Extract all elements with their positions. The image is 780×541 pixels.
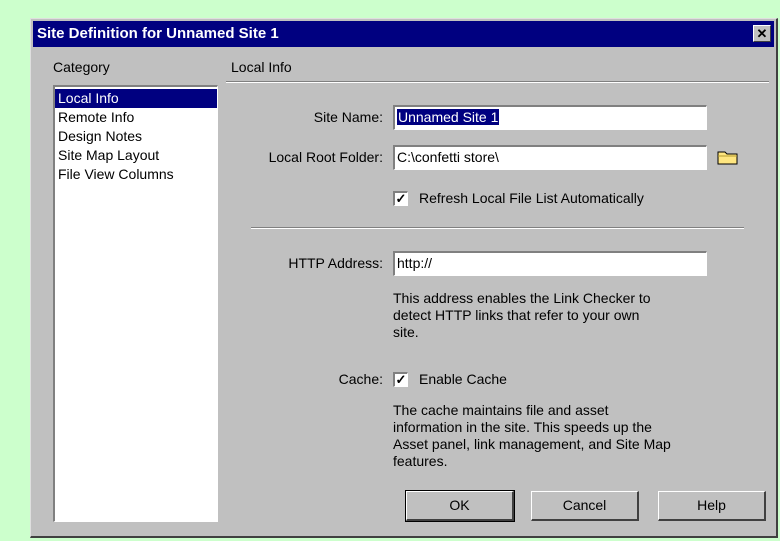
cache-desc-line-2: information in the site. This speeds up …: [393, 419, 652, 435]
enable-cache-checkbox[interactable]: ✓: [393, 372, 408, 387]
category-list[interactable]: Local Info Remote Info Design Notes Site…: [53, 85, 218, 522]
close-button[interactable]: ✕: [753, 25, 771, 42]
local-root-folder-label: Local Root Folder:: [268, 149, 383, 165]
title-bar[interactable]: Site Definition for Unnamed Site 1 ✕: [33, 21, 774, 47]
site-name-value: Unnamed Site 1: [397, 109, 500, 125]
cancel-button[interactable]: Cancel: [531, 491, 639, 521]
site-name-label: Site Name:: [313, 109, 383, 125]
header-divider: [226, 81, 769, 83]
refresh-local-file-list-label[interactable]: Refresh Local File List Automatically: [419, 190, 644, 206]
http-address-input[interactable]: http://: [393, 251, 707, 276]
category-item-design-notes[interactable]: Design Notes: [55, 127, 217, 146]
local-root-folder-input[interactable]: C:\confetti store\: [393, 145, 707, 170]
category-item-remote-info[interactable]: Remote Info: [55, 108, 217, 127]
help-button[interactable]: Help: [658, 491, 766, 521]
refresh-local-file-list-checkbox[interactable]: ✓: [393, 191, 408, 206]
site-name-input[interactable]: Unnamed Site 1: [393, 105, 707, 130]
http-address-value: http://: [397, 255, 433, 271]
cache-description: The cache maintains file and asset infor…: [393, 402, 671, 470]
http-address-description: This address enables the Link Checker to…: [393, 290, 651, 341]
ok-button[interactable]: OK: [405, 490, 515, 522]
category-header: Category: [53, 59, 110, 75]
http-address-label: HTTP Address:: [288, 255, 383, 271]
close-icon: ✕: [756, 26, 768, 41]
local-root-folder-value: C:\confetti store\: [397, 149, 499, 165]
enable-cache-label[interactable]: Enable Cache: [419, 371, 507, 387]
category-item-site-map-layout[interactable]: Site Map Layout: [55, 146, 217, 165]
window-title: Site Definition for Unnamed Site 1: [37, 25, 279, 42]
cache-desc-line-3: Asset panel, link management, and Site M…: [393, 436, 671, 452]
panel-header: Local Info: [231, 59, 292, 75]
folder-icon[interactable]: [717, 149, 739, 165]
cache-label: Cache:: [338, 371, 383, 387]
cache-desc-line-1: The cache maintains file and asset: [393, 402, 609, 418]
http-desc-line-3: site.: [393, 324, 419, 340]
section-divider: [251, 227, 744, 229]
site-definition-dialog: Site Definition for Unnamed Site 1 ✕ Cat…: [30, 18, 778, 538]
category-item-file-view-columns[interactable]: File View Columns: [55, 165, 217, 184]
http-desc-line-2: detect HTTP links that refer to your own: [393, 307, 640, 323]
category-item-local-info[interactable]: Local Info: [55, 89, 217, 108]
http-desc-line-1: This address enables the Link Checker to: [393, 290, 651, 306]
cache-desc-line-4: features.: [393, 453, 448, 469]
